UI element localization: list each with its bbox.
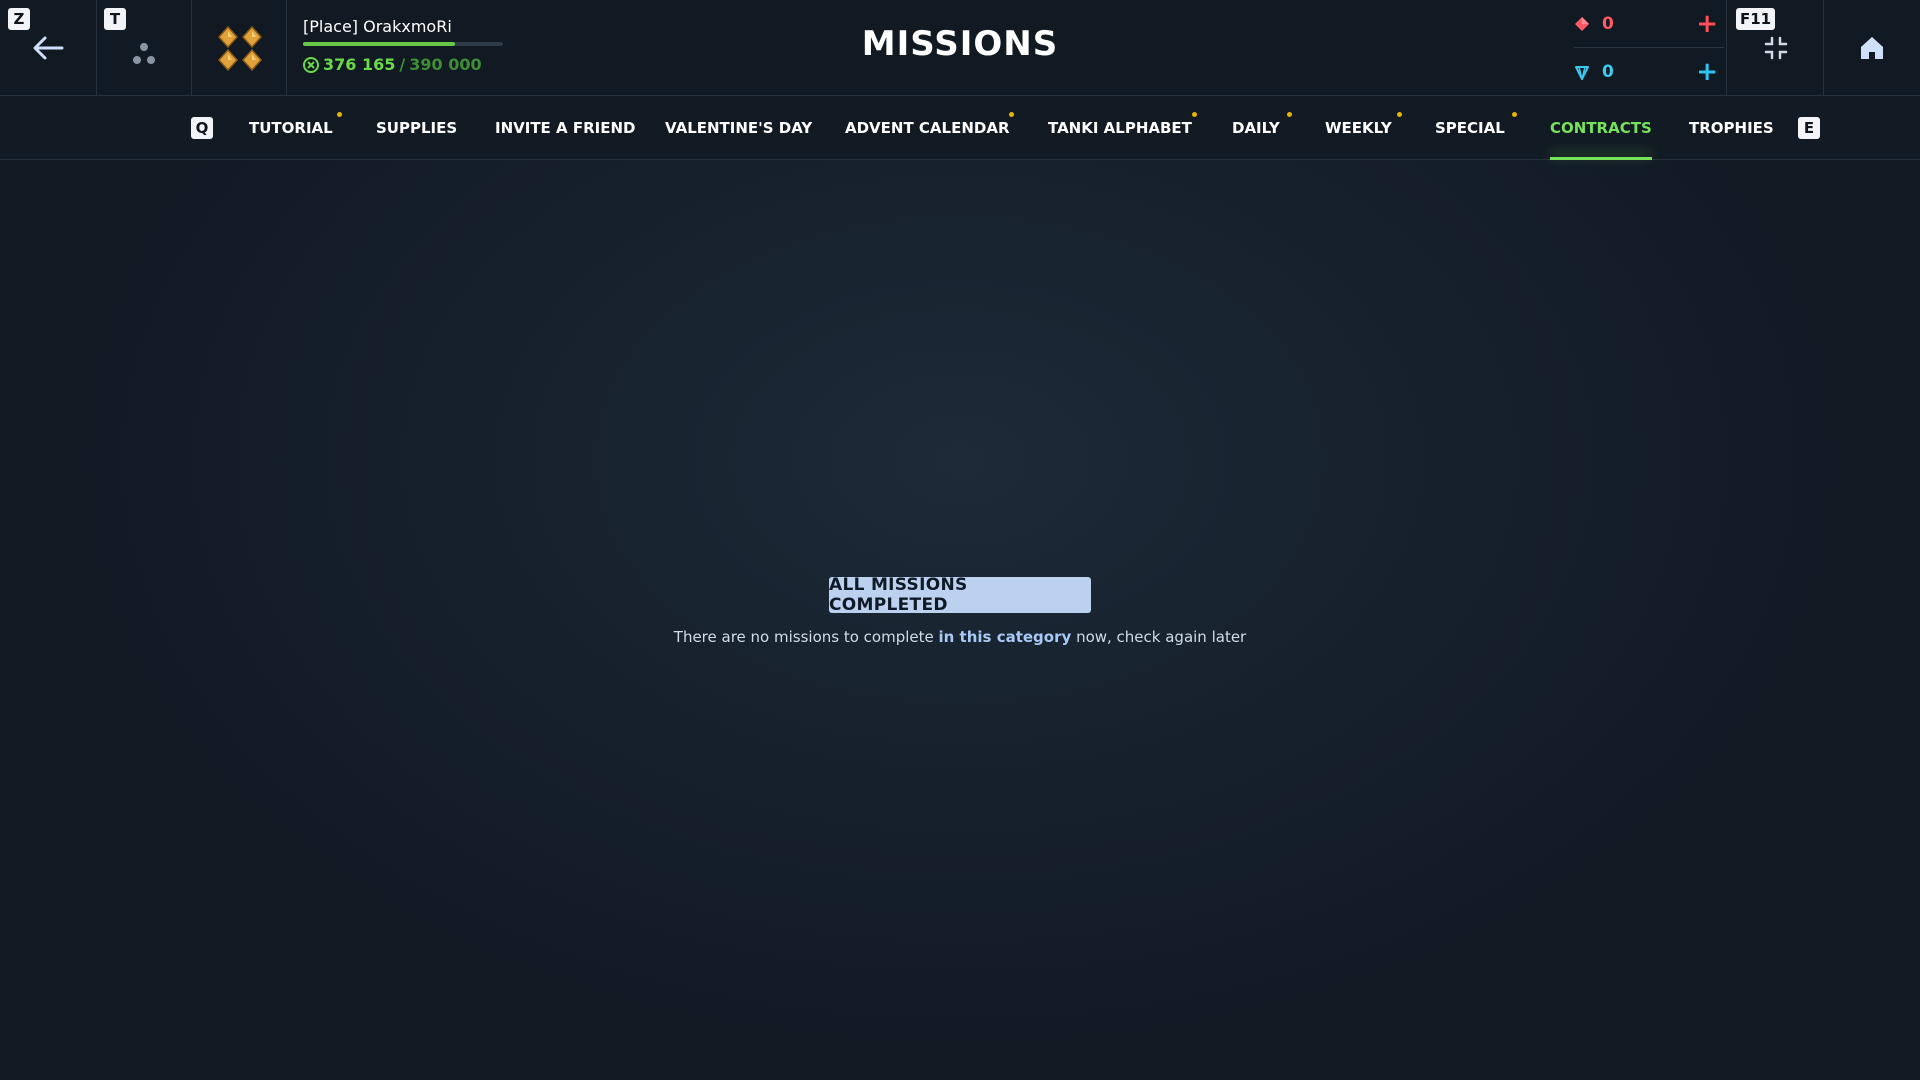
tab-special-notification-dot	[1512, 112, 1517, 117]
tab-supplies[interactable]: SUPPLIES	[376, 96, 457, 160]
add-rubies-button[interactable]: +	[1696, 11, 1718, 37]
tab-special[interactable]: SPECIAL	[1435, 96, 1505, 160]
tab-tanki-alphabet-notification-dot	[1192, 112, 1197, 117]
crystal-icon	[1574, 64, 1590, 80]
xp-progress-fill	[303, 42, 455, 46]
xp-current: 376 165	[323, 55, 396, 74]
profile-name[interactable]: [Place] OrakxmoRi	[303, 17, 452, 36]
tab-tanki-alphabet[interactable]: TANKI ALPHABET	[1048, 96, 1192, 160]
xp-readout: 376 165 / 390 000	[303, 55, 482, 74]
tab-invite-a-friend[interactable]: INVITE A FRIEND	[495, 96, 636, 160]
tab-tutorial[interactable]: TUTORIAL	[249, 96, 333, 160]
empty-message-prefix: There are no missions to complete	[673, 628, 934, 646]
page-title: MISSIONS	[861, 24, 1059, 64]
exit-fullscreen-icon	[1762, 34, 1790, 62]
tab-valentines-day[interactable]: VALENTINE'S DAY	[665, 96, 812, 160]
rank-badge[interactable]	[192, 0, 287, 96]
tab-weekly-notification-dot	[1397, 112, 1402, 117]
hotkey-f11: F11	[1736, 8, 1776, 30]
tab-contracts[interactable]: CONTRACTS	[1550, 96, 1652, 160]
crystal-balance: 0 +	[1574, 48, 1718, 96]
home-icon	[1856, 32, 1888, 64]
crystal-count: 0	[1602, 62, 1614, 82]
ruby-icon	[1574, 16, 1590, 32]
tab-daily-notification-dot	[1287, 112, 1292, 117]
tab-weekly[interactable]: WEEKLY	[1325, 96, 1392, 160]
top-bar: Z T [Place] OrakxmoRi 376 165 / 390 000 …	[0, 0, 1920, 96]
xp-separator: /	[399, 55, 406, 74]
home-button[interactable]	[1824, 0, 1920, 96]
hotkey-z: Z	[8, 8, 30, 30]
ruby-count: 0	[1602, 14, 1614, 34]
empty-message-emphasis: in this category	[938, 628, 1072, 646]
xp-max: 390 000	[409, 55, 482, 74]
friends-button[interactable]: T	[97, 0, 192, 96]
empty-message-suffix: now, check again later	[1076, 628, 1247, 646]
xp-icon	[303, 56, 319, 73]
friends-dots-icon	[128, 40, 160, 68]
arrow-left-icon	[30, 32, 66, 64]
add-crystals-button[interactable]: +	[1696, 59, 1718, 85]
hotkey-t: T	[104, 8, 126, 30]
mission-tabs: Q TUTORIAL SUPPLIES INVITE A FRIEND VALE…	[0, 96, 1920, 160]
tab-advent-calendar[interactable]: ADVENT CALENDAR	[845, 96, 1010, 160]
fullscreen-button[interactable]: F11	[1726, 0, 1824, 96]
hotkey-q-prev-tab[interactable]: Q	[191, 117, 213, 139]
tab-tutorial-notification-dot	[337, 112, 342, 117]
hotkey-e-next-tab[interactable]: E	[1798, 117, 1820, 139]
empty-category-message: There are no missions to complete in thi…	[560, 628, 1360, 646]
back-button[interactable]: Z	[0, 0, 97, 96]
rank-diamonds-icon	[214, 22, 266, 74]
tab-advent-calendar-notification-dot	[1009, 112, 1014, 117]
all-missions-completed-badge: ALL MISSIONS COMPLETED	[829, 575, 1091, 615]
tab-daily[interactable]: DAILY	[1232, 96, 1280, 160]
xp-progress-bar	[303, 42, 503, 46]
ruby-balance: 0 +	[1574, 0, 1718, 48]
tab-trophies[interactable]: TROPHIES	[1689, 96, 1774, 160]
